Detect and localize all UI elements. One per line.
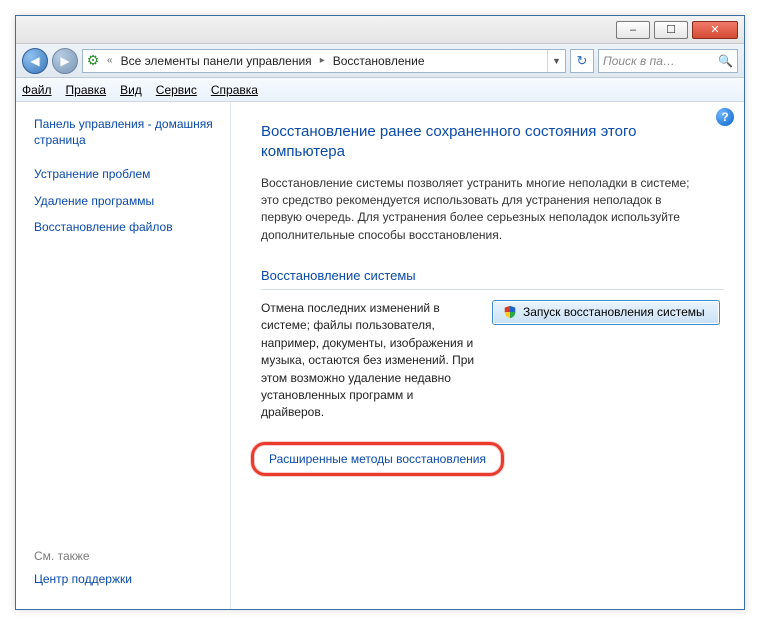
system-restore-row: Отмена последних изменений в системе; фа… — [261, 300, 724, 422]
titlebar: – ☐ ✕ — [16, 16, 744, 44]
window: – ☐ ✕ ◀ ▶ ⚙ « Все элементы панели управл… — [15, 15, 745, 610]
advanced-recovery-wrap: Расширенные методы восстановления — [261, 448, 494, 470]
maximize-button[interactable]: ☐ — [654, 21, 688, 39]
sidebar-action-center-link[interactable]: Центр поддержки — [34, 571, 218, 587]
search-input[interactable]: Поиск в па… 🔍 — [598, 49, 738, 73]
search-icon: 🔍 — [718, 54, 733, 68]
body: Панель управления - домашняя страница Ус… — [16, 102, 744, 609]
see-also-label: См. также — [34, 549, 218, 563]
breadcrumb-item-recovery[interactable]: Восстановление — [329, 54, 429, 68]
close-button[interactable]: ✕ — [692, 21, 738, 39]
menu-tools[interactable]: Сервис — [156, 83, 197, 97]
content-area: ? Восстановление ранее сохраненного сост… — [231, 102, 744, 609]
arrow-right-icon: ▶ — [60, 54, 69, 68]
menu-view[interactable]: Вид — [120, 83, 142, 97]
back-button[interactable]: ◀ — [22, 48, 48, 74]
menu-file[interactable]: Файл — [22, 83, 52, 97]
minimize-button[interactable]: – — [616, 21, 650, 39]
sidebar-uninstall-link[interactable]: Удаление программы — [34, 193, 218, 209]
section-title: Восстановление системы — [261, 268, 724, 283]
advanced-recovery-link[interactable]: Расширенные методы восстановления — [261, 448, 494, 470]
forward-button[interactable]: ▶ — [52, 48, 78, 74]
refresh-icon: ↻ — [577, 53, 588, 69]
menu-help[interactable]: Справка — [211, 83, 258, 97]
sidebar-home-link[interactable]: Панель управления - домашняя страница — [34, 116, 218, 148]
address-dropdown-button[interactable]: ▼ — [547, 50, 565, 72]
chevron-left-icon: « — [103, 55, 117, 66]
breadcrumb[interactable]: ⚙ « Все элементы панели управления ▸ Вос… — [82, 49, 566, 73]
arrow-left-icon: ◀ — [30, 54, 39, 68]
system-restore-description: Отмена последних изменений в системе; фа… — [261, 300, 476, 422]
start-system-restore-button[interactable]: Запуск восстановления системы — [492, 300, 720, 325]
shield-icon — [503, 305, 517, 319]
sidebar-troubleshoot-link[interactable]: Устранение проблем — [34, 166, 218, 182]
breadcrumb-item-all[interactable]: Все элементы панели управления — [117, 54, 316, 68]
menu-edit[interactable]: Правка — [66, 83, 107, 97]
menu-bar: Файл Правка Вид Сервис Справка — [16, 78, 744, 102]
sidebar: Панель управления - домашняя страница Ус… — [16, 102, 231, 609]
section-divider — [261, 289, 724, 290]
address-bar: ◀ ▶ ⚙ « Все элементы панели управления ▸… — [16, 44, 744, 78]
help-icon[interactable]: ? — [716, 108, 734, 126]
chevron-right-icon: ▸ — [316, 55, 329, 66]
refresh-button[interactable]: ↻ — [570, 49, 594, 73]
sidebar-restore-files-link[interactable]: Восстановление файлов — [34, 219, 218, 235]
start-system-restore-label: Запуск восстановления системы — [523, 305, 705, 319]
control-panel-icon: ⚙ — [83, 52, 103, 69]
search-placeholder: Поиск в па… — [603, 54, 675, 68]
page-description: Восстановление системы позволяет устрани… — [261, 175, 701, 245]
page-title: Восстановление ранее сохраненного состоя… — [261, 122, 691, 163]
